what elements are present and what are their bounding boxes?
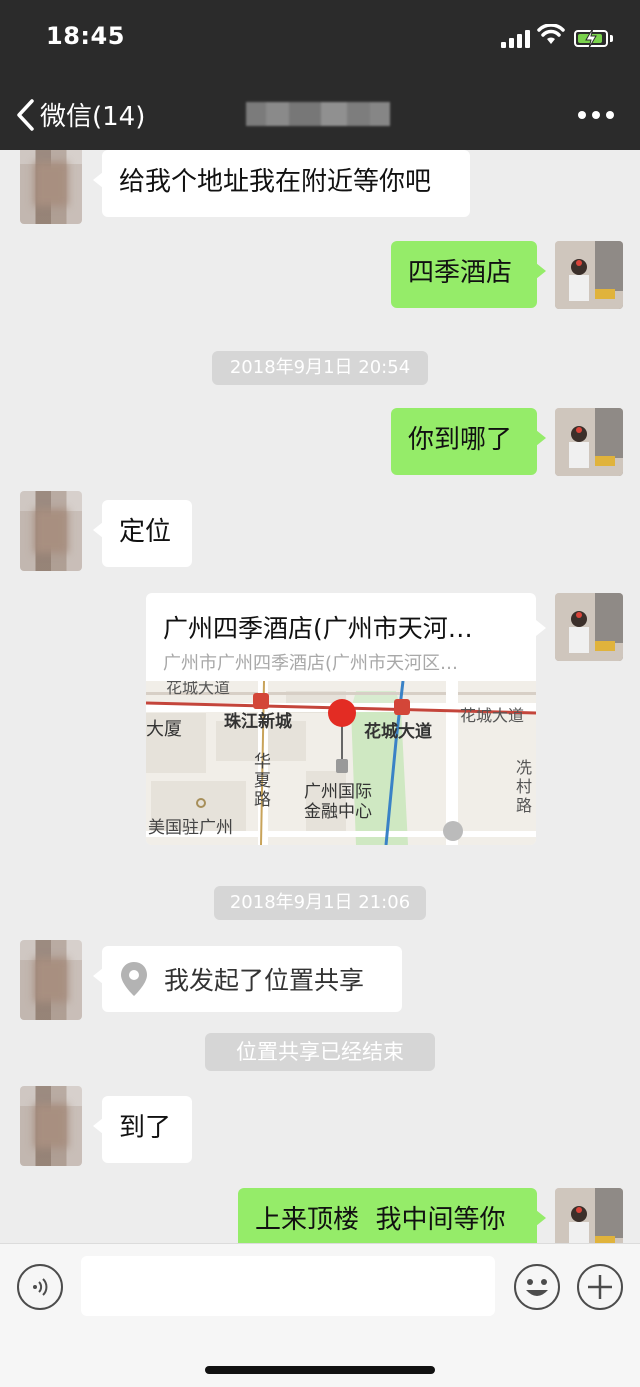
my-avatar[interactable] bbox=[555, 593, 623, 661]
emoji-button[interactable] bbox=[514, 1264, 560, 1310]
plus-button[interactable] bbox=[577, 1264, 623, 1310]
location-card[interactable]: 广州四季酒店(广州市天河… 广州市广州四季酒店(广州市天河区… 花城大道 珠江新… bbox=[146, 593, 536, 845]
timestamp: 2018年9月1日 20:54 bbox=[212, 351, 428, 385]
message-text: 上来顶楼 我中间等你 bbox=[255, 1205, 506, 1235]
map-graphic: 花城大道 珠江新城 大厦 花城大道 花城大道 华夏路 广州国际金融中心 冼村路 … bbox=[146, 681, 536, 845]
message-input[interactable] bbox=[81, 1256, 495, 1316]
timestamp: 2018年9月1日 21:06 bbox=[214, 886, 426, 920]
map-label-road4: 华夏路 bbox=[254, 752, 271, 810]
contact-avatar[interactable] bbox=[20, 940, 82, 1020]
message-bubble-incoming[interactable]: 给我个地址我在附近等你吧 bbox=[93, 150, 470, 217]
input-bar bbox=[0, 1243, 640, 1387]
chevron-left-icon bbox=[17, 98, 34, 131]
more-icon[interactable] bbox=[578, 111, 614, 119]
map-label-area2: 大厦 bbox=[146, 719, 182, 740]
battery-tip bbox=[610, 35, 613, 42]
contact-avatar[interactable] bbox=[20, 1086, 82, 1166]
message-bubble-incoming[interactable]: 到了 bbox=[93, 1096, 192, 1163]
share-label: 我发起了位置共享 bbox=[164, 966, 365, 995]
emoji-icon bbox=[526, 1279, 548, 1296]
avatar-photo bbox=[555, 1188, 623, 1243]
my-avatar[interactable] bbox=[555, 1188, 623, 1243]
home-indicator[interactable] bbox=[205, 1366, 435, 1374]
message-text: 四季酒店 bbox=[408, 258, 513, 288]
chat-title-blurred bbox=[246, 102, 390, 126]
map-label-road1: 花城大道 bbox=[166, 681, 230, 697]
location-subtitle: 广州市广州四季酒店(广州市天河区… bbox=[163, 653, 459, 674]
my-avatar[interactable] bbox=[555, 241, 623, 309]
contact-avatar[interactable] bbox=[20, 491, 82, 571]
message-bubble-incoming[interactable]: 定位 bbox=[93, 500, 192, 567]
message-text: 定位 bbox=[119, 517, 172, 547]
back-label: 微信(14) bbox=[40, 102, 146, 132]
message-bubble-outgoing[interactable]: 你到哪了 bbox=[391, 408, 546, 475]
charging-bolt-icon bbox=[585, 27, 597, 49]
map-label-road3: 花城大道 bbox=[460, 706, 524, 725]
location-title: 广州四季酒店(广州市天河… bbox=[163, 614, 473, 643]
location-share-bubble[interactable]: 我发起了位置共享 bbox=[93, 946, 402, 1012]
location-card-tail bbox=[536, 620, 546, 636]
message-text: 你到哪了 bbox=[408, 425, 513, 455]
message-text: 到了 bbox=[119, 1113, 172, 1143]
message-bubble-outgoing[interactable]: 四季酒店 bbox=[391, 241, 546, 308]
map-label-road5: 冼村路 bbox=[516, 758, 532, 815]
my-avatar[interactable] bbox=[555, 408, 623, 476]
voice-icon bbox=[33, 1278, 48, 1296]
signal-icon bbox=[501, 28, 530, 48]
plus-icon bbox=[588, 1275, 612, 1299]
status-time: 18:45 bbox=[46, 22, 125, 50]
map-label-ifc: 广州国际金融中心 bbox=[304, 782, 372, 822]
system-message: 位置共享已经结束 bbox=[205, 1033, 435, 1071]
location-map[interactable]: 花城大道 珠江新城 大厦 花城大道 花城大道 华夏路 广州国际金融中心 冼村路 … bbox=[146, 681, 536, 845]
avatar-photo bbox=[555, 593, 623, 661]
avatar-photo bbox=[555, 241, 623, 309]
voice-button[interactable] bbox=[17, 1264, 63, 1310]
status-bar: 18:45 bbox=[0, 0, 640, 80]
location-pin-icon bbox=[121, 962, 147, 996]
contact-avatar[interactable] bbox=[20, 150, 82, 224]
back-button[interactable]: 微信(14) bbox=[14, 96, 145, 133]
avatar-photo bbox=[555, 408, 623, 476]
nav-bar: 微信(14) bbox=[0, 80, 640, 150]
map-label-area1: 珠江新城 bbox=[224, 711, 292, 732]
message-bubble-outgoing[interactable]: 上来顶楼 我中间等你 bbox=[238, 1188, 546, 1243]
message-text: 给我个地址我在附近等你吧 bbox=[119, 167, 432, 197]
map-label-consulate: 美国驻广州 bbox=[148, 818, 233, 838]
map-label-road2: 花城大道 bbox=[364, 721, 432, 742]
wifi-icon bbox=[537, 24, 565, 44]
chat-area[interactable]: 给我个地址我在附近等你吧 四季酒店 2018年9月1日 20:54 你到哪了 定… bbox=[0, 150, 640, 1243]
